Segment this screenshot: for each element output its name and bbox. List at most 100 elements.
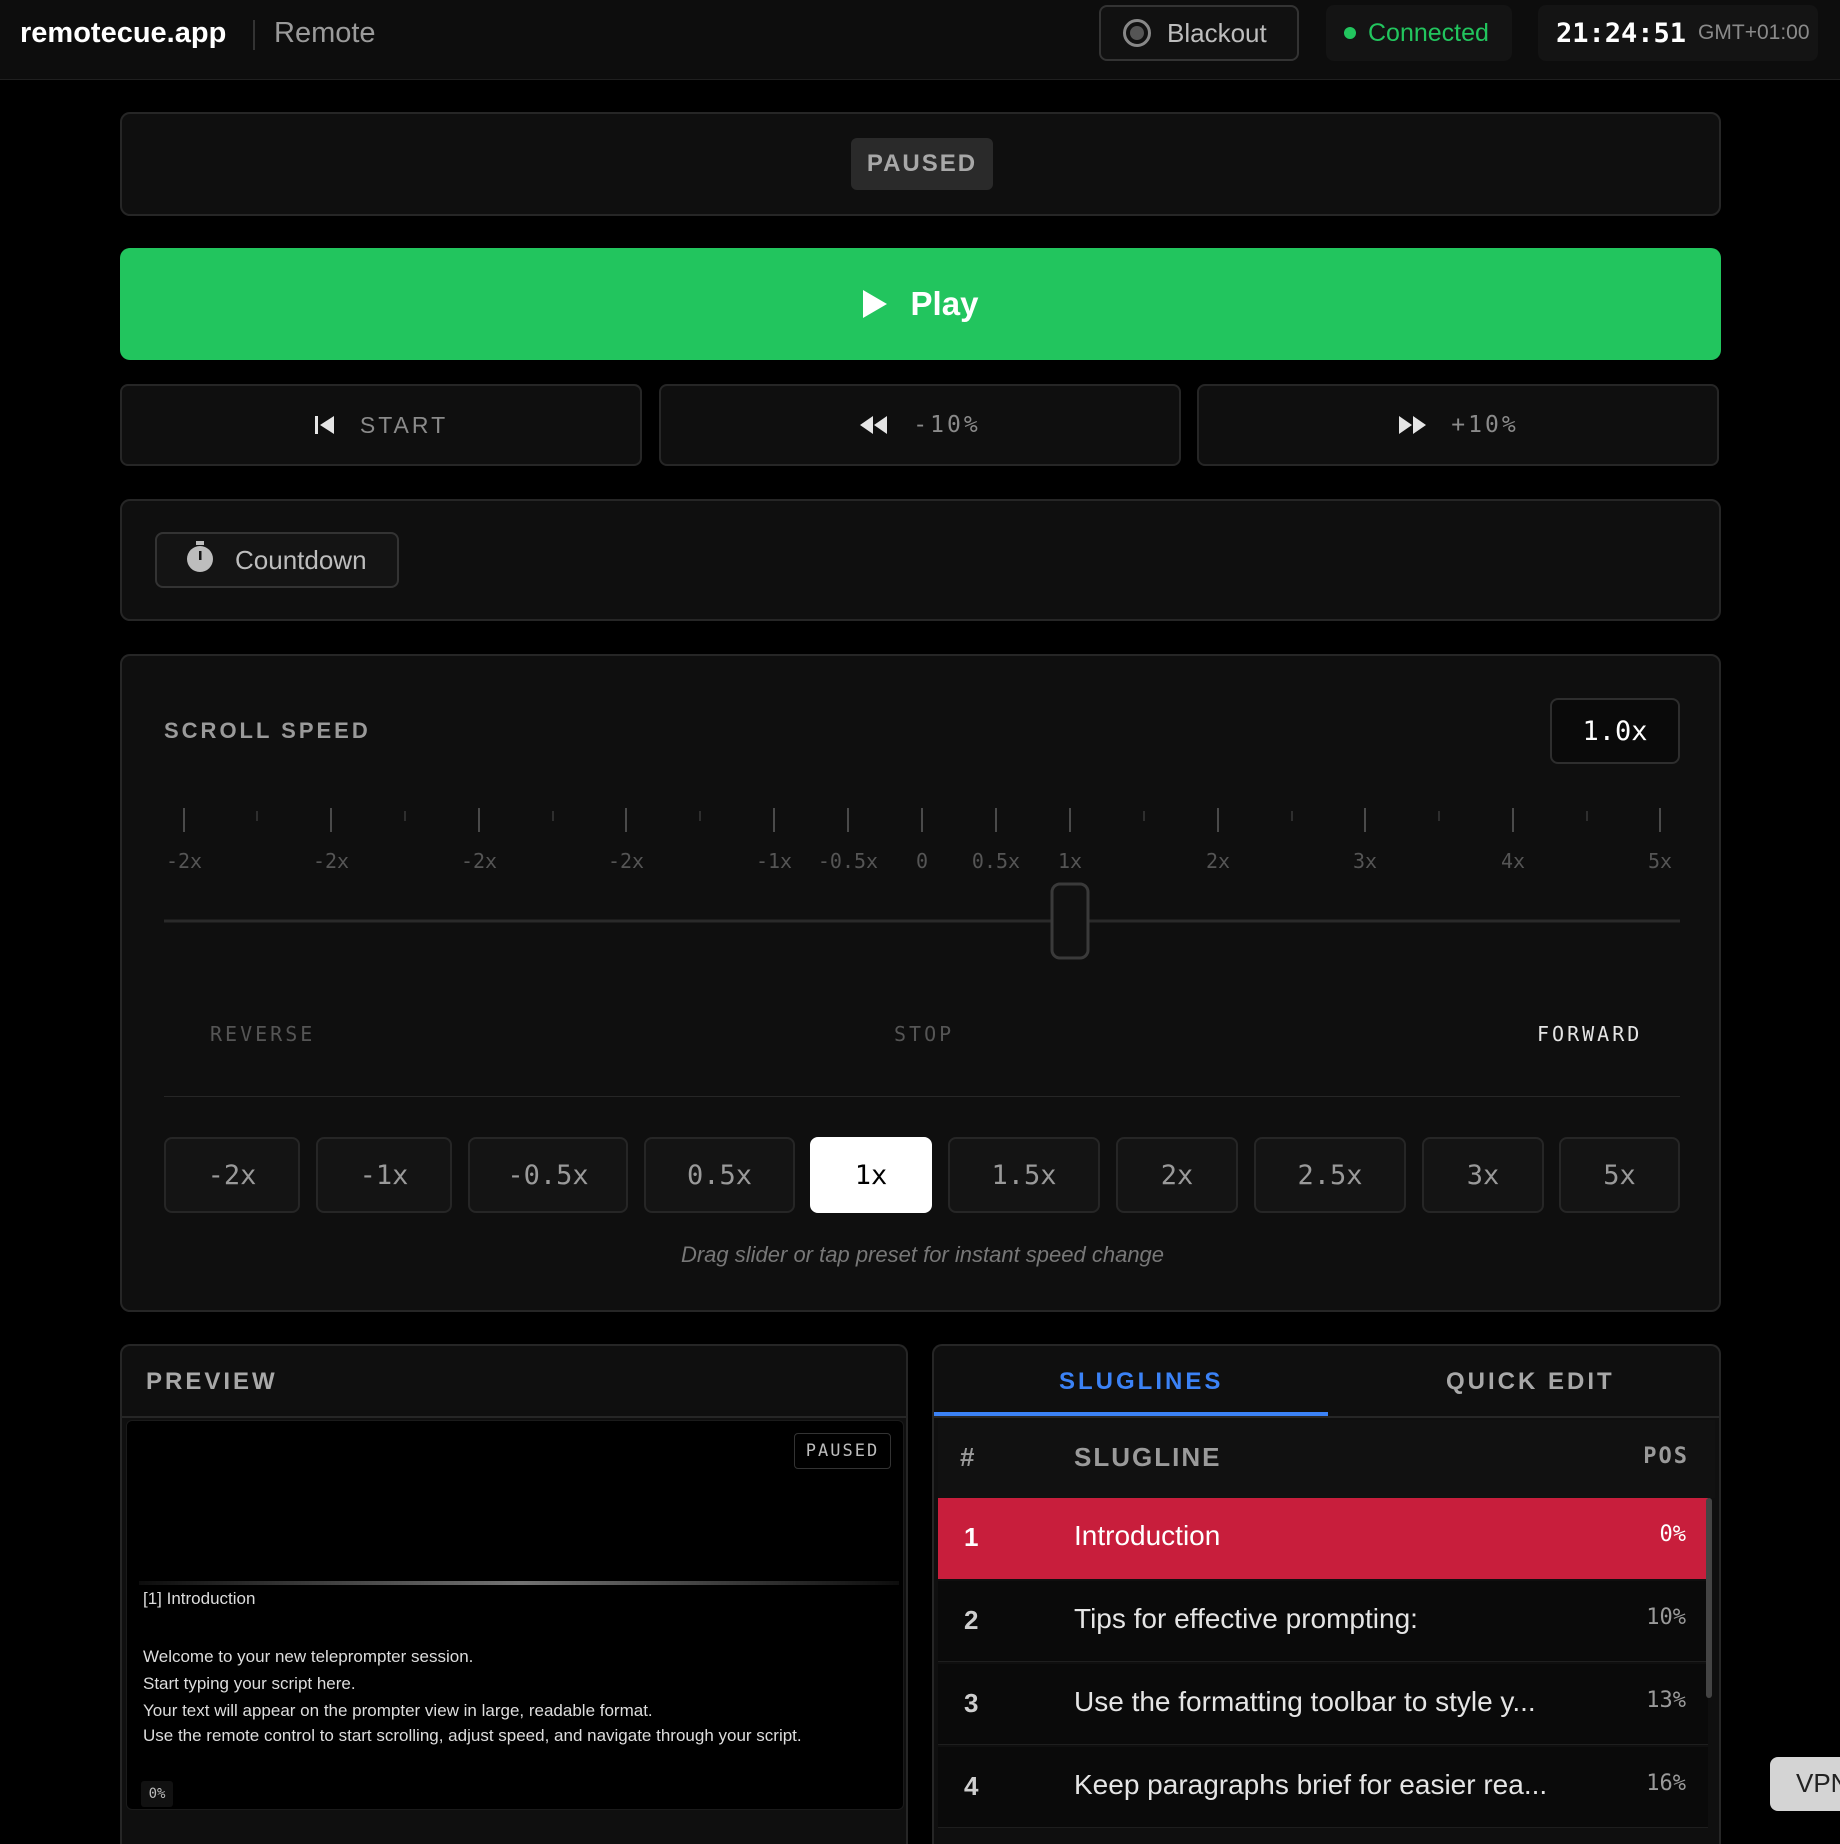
row-slugline: Keep paragraphs brief for easier rea...	[1074, 1769, 1548, 1800]
forward-label: +10%	[1451, 412, 1519, 438]
status-panel: PAUSED	[120, 112, 1721, 216]
slider-tick-label: -2x	[313, 849, 349, 873]
preview-panel: PREVIEW PAUSED [1] Introduction Welcome …	[120, 1344, 908, 1844]
row-slugline: Introduction	[1074, 1520, 1221, 1551]
speed-preset-button[interactable]: 1.5x	[948, 1137, 1100, 1213]
tab-quick-edit[interactable]: QUICK EDIT	[1446, 1368, 1615, 1396]
play-label: Play	[910, 285, 979, 322]
speed-preset-button[interactable]: 2x	[1116, 1137, 1238, 1213]
table-row[interactable]: 2 Tips for effective prompting: 10%	[938, 1581, 1708, 1662]
stop-label: STOP	[894, 1022, 955, 1046]
start-button[interactable]: START	[120, 384, 642, 466]
preview-text-line: Use the remote control to start scrollin…	[143, 1726, 802, 1745]
forward-direction-label: FORWARD	[1537, 1022, 1643, 1046]
table-scrollbar[interactable]	[1706, 1498, 1712, 1698]
slider-tick-label: -2x	[166, 849, 202, 873]
forward-10-button[interactable]: +10%	[1197, 384, 1719, 466]
preview-status-badge: PAUSED	[794, 1433, 891, 1469]
play-button[interactable]: Play	[120, 248, 1721, 360]
rewind-10-button[interactable]: -10%	[659, 384, 1181, 466]
slider-tick-label: -0.5x	[818, 849, 878, 873]
brand-divider	[253, 20, 255, 50]
reading-line	[139, 1581, 899, 1585]
start-label: START	[359, 411, 449, 438]
blackout-button[interactable]: Blackout	[1099, 5, 1299, 61]
preview-title: PREVIEW	[146, 1368, 278, 1395]
connection-label: Connected	[1368, 18, 1489, 47]
radio-icon	[1123, 19, 1151, 47]
slider-tick-label: 5x	[1648, 849, 1672, 873]
table-row[interactable]: 3 Use the formatting toolbar to style y.…	[938, 1664, 1708, 1745]
row-number: 2	[964, 1605, 979, 1635]
play-icon	[862, 290, 887, 318]
rewind-label: -10%	[913, 412, 981, 438]
preview-text-line: Your text will appear on the prompter vi…	[143, 1701, 653, 1720]
preview-text-line: Start typing your script here.	[143, 1674, 356, 1693]
speed-slider-thumb[interactable]	[1050, 882, 1090, 960]
speed-slider-scale: -2x -2x -2x -2x -1x -0.5x 0 0.5x 1x 2x 3x 4x 5x	[164, 808, 1680, 960]
row-number: 4	[964, 1771, 979, 1801]
scroll-speed-panel: SCROLL SPEED 1.0x -2x -2x -2x -2x -1x -0.5x 0 0…	[120, 654, 1721, 1312]
active-tab-indicator	[934, 1412, 1328, 1416]
speed-preset-button[interactable]: -0.5x	[468, 1137, 628, 1213]
row-slugline: Tips for effective prompting:	[1074, 1603, 1418, 1634]
slider-tick-label: 3x	[1353, 849, 1377, 873]
speed-preset-button[interactable]: -2x	[164, 1137, 300, 1213]
countdown-label: Countdown	[235, 544, 367, 575]
skip-to-start-icon	[314, 415, 336, 435]
countdown-button[interactable]: Countdown	[155, 532, 399, 588]
preview-script-text: Welcome to your new teleprompter session…	[143, 1643, 883, 1747]
row-number: 1	[964, 1522, 979, 1552]
table-row[interactable]: 4 Keep paragraphs brief for easier rea..…	[938, 1747, 1708, 1828]
slider-tick-label: 0.5x	[972, 849, 1020, 873]
fast-forward-icon	[1397, 415, 1427, 435]
column-header-number: #	[960, 1442, 977, 1472]
clock-timezone: GMT+01:00	[1698, 21, 1810, 44]
slider-tick-label: -2x	[608, 849, 644, 873]
slider-tick-label: 1x	[1058, 849, 1082, 873]
divider	[934, 1416, 1719, 1418]
row-position: 16%	[1646, 1771, 1686, 1796]
clock-time: 21:24:51	[1556, 17, 1687, 49]
table-header: # SLUGLINE POS	[938, 1420, 1715, 1498]
speed-hint: Drag slider or tap preset for instant sp…	[680, 1242, 1165, 1267]
column-header-position: POS	[1643, 1444, 1689, 1469]
reverse-label: REVERSE	[210, 1022, 316, 1046]
rewind-icon	[859, 415, 889, 435]
brand-name: remotecue.app	[20, 17, 227, 49]
slider-tick-label: 4x	[1501, 849, 1525, 873]
preview-text-line: Welcome to your new teleprompter session…	[143, 1647, 474, 1666]
clock-display: 21:24:51 GMT+01:00	[1538, 5, 1818, 61]
preview-screen: PAUSED [1] Introduction Welcome to your …	[126, 1420, 904, 1810]
speed-preset-button[interactable]: -1x	[316, 1137, 452, 1213]
slider-tick-label: -2x	[461, 849, 497, 873]
countdown-panel: Countdown	[120, 499, 1721, 621]
preview-position: 0%	[141, 1781, 173, 1807]
page-subtitle: Remote	[274, 17, 376, 49]
sluglines-panel: SLUGLINES QUICK EDIT # SLUGLINE POS 1 In…	[932, 1344, 1721, 1844]
preview-slugline: [1] Introduction	[143, 1589, 256, 1608]
row-slugline: Use the formatting toolbar to style y...	[1074, 1686, 1536, 1717]
table-row-active[interactable]: 1 Introduction 0%	[938, 1498, 1708, 1579]
slider-tick-label: 0	[916, 849, 928, 873]
stopwatch-icon	[185, 540, 215, 580]
vpn-badge[interactable]: VPN	[1770, 1757, 1840, 1811]
tab-sluglines[interactable]: SLUGLINES	[1059, 1368, 1223, 1396]
speed-preset-button[interactable]: 5x	[1559, 1137, 1680, 1213]
row-position: 0%	[1659, 1522, 1687, 1547]
slider-tick-label: 2x	[1206, 849, 1230, 873]
app-header: remotecue.app Remote Blackout Connected …	[0, 0, 1840, 80]
row-position: 10%	[1646, 1605, 1686, 1630]
column-header-slugline: SLUGLINE	[1074, 1442, 1222, 1472]
speed-preset-button-active[interactable]: 1x	[810, 1137, 932, 1213]
speed-preset-button[interactable]: 3x	[1422, 1137, 1544, 1213]
speed-preset-button[interactable]: 2.5x	[1254, 1137, 1406, 1213]
row-position: 13%	[1646, 1688, 1686, 1713]
blackout-label: Blackout	[1167, 17, 1267, 48]
status-dot-icon	[1344, 27, 1356, 39]
status-badge: PAUSED	[851, 138, 993, 190]
speed-preset-button[interactable]: 0.5x	[644, 1137, 795, 1213]
divider	[122, 1416, 906, 1418]
connection-status: Connected	[1326, 5, 1512, 61]
row-number: 3	[964, 1688, 979, 1718]
